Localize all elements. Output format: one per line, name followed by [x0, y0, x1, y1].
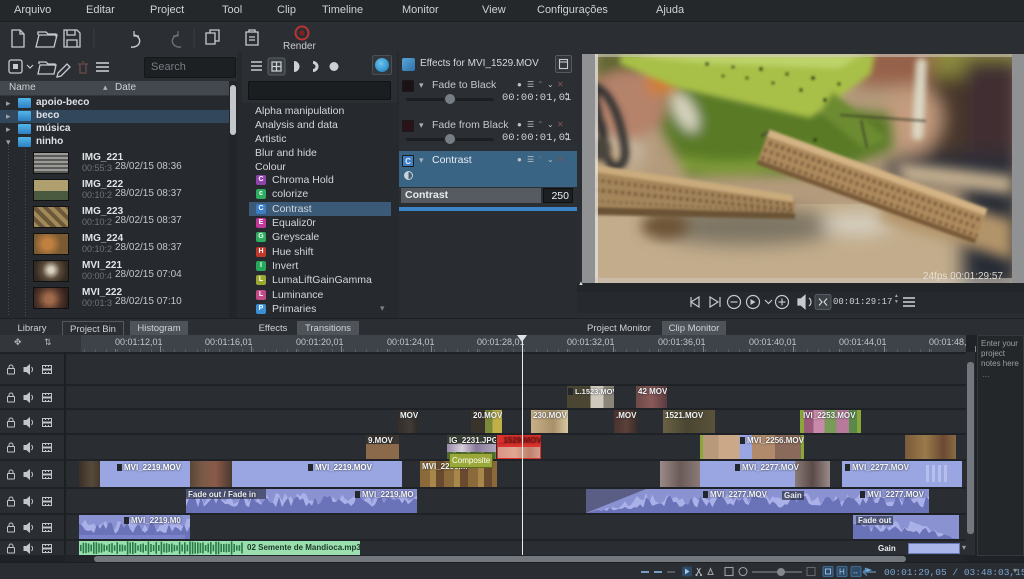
svg-text:H: H	[839, 568, 845, 577]
svg-text:24fps 00:01:29:57: 24fps 00:01:29:57	[923, 271, 1004, 282]
svg-text:↔: ↔	[852, 569, 859, 576]
